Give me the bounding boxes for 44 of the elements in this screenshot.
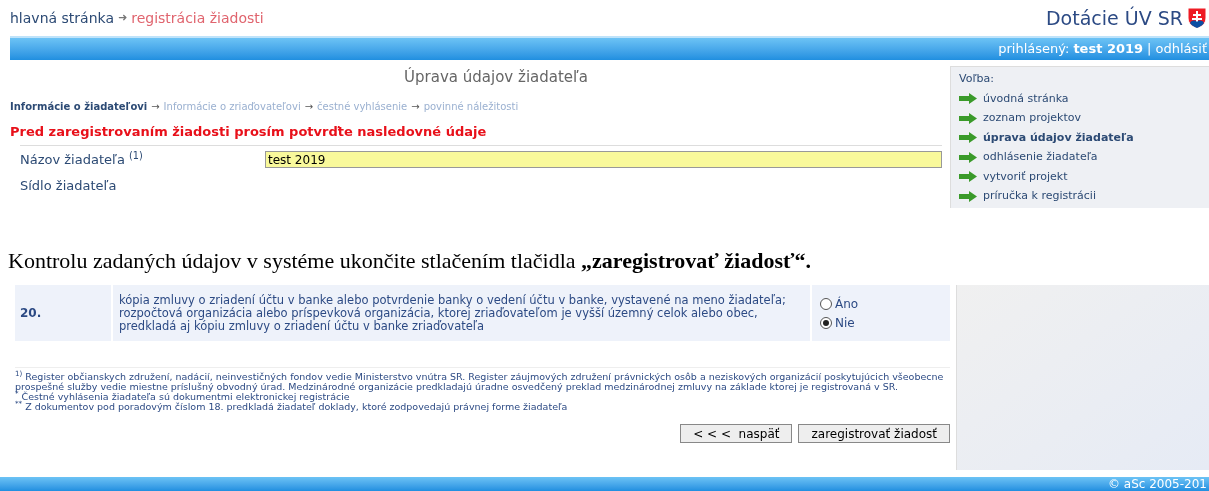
radio-button[interactable] bbox=[820, 316, 832, 329]
step-label: Informácie o zriaďovateľovi bbox=[163, 99, 301, 114]
sidebar-title: Voľba: bbox=[959, 71, 995, 87]
form-button[interactable]: zaregistrovať žiadosť bbox=[798, 424, 950, 443]
footnote-text: $^{1)}$ Register občianskych združení, nadácií, neinvestičných fondov vedie Ministerstvo vnútra SR. Register záujmových združení právnických osôb a neziskových organizácií poskytujúcich všeobecne prospešné služby vedie miestne príslušný obvodný úrad. Medzinárodné organizácie predkladajú úradne osvedčený preklad medzinárodnej zmluvy na základe ktorej je registrovaná v SR. bbox=[15, 372, 945, 392]
sidebar-link[interactable]: príručka k registrácii bbox=[983, 188, 1096, 205]
step-label: čestné vyhlásenie bbox=[317, 99, 408, 114]
step-arrow: → bbox=[304, 99, 314, 114]
input-field[interactable]: test 2019 bbox=[265, 151, 942, 169]
footnote-text: $^{*}$ Čestné vyhlásenia žiadateľa sú dokumentmi elektronickej registrácie bbox=[15, 392, 350, 402]
arrow-icon bbox=[959, 151, 977, 163]
form-button[interactable]: < < < naspäť bbox=[680, 424, 793, 443]
sidebar-link[interactable]: zoznam projektov bbox=[983, 110, 1081, 127]
page-title: Úprava údajov žiadateľa bbox=[403, 66, 589, 88]
notice-heading: Pred zaregistrovaním žiadosti prosím potvrďte nasledovné údaje bbox=[10, 122, 488, 141]
instruction-text: Kontrolu zadaných údajov v systéme ukončite stlačením tlačidla „zaregistrovať žiadosť“. bbox=[8, 247, 811, 275]
login-label: prihlásený: bbox=[998, 40, 1070, 59]
breadcrumb-link[interactable]: hlavná stránka bbox=[10, 7, 114, 29]
requirement-text: kópia zmluvy o zriadení účtu v banke alebo potvrdenie banky o vedení účtu v banke, vystavené na meno žiadateľa; rozpočtová organizácia alebo príspevková organizácia, ktorej zriaďovateľom je vyšší územný celok alebo obec, predkladá aj kópiu zmluvy o zriadení účtu v banke zriaďovateľa bbox=[113, 285, 810, 341]
sidebar-link[interactable]: odhlásenie žiadateľa bbox=[983, 149, 1098, 166]
arrow-icon bbox=[959, 112, 977, 124]
sidebar-link[interactable]: vytvoriť projekt bbox=[983, 168, 1068, 185]
radio-option[interactable]: Áno bbox=[820, 294, 950, 313]
separator-text: | bbox=[1147, 40, 1152, 59]
site-title: Dotácie ÚV SR bbox=[1046, 5, 1183, 31]
row-number: 20. bbox=[15, 285, 111, 341]
step-label: Informácie o žiadateľovi bbox=[10, 99, 148, 114]
arrow-icon bbox=[959, 190, 977, 202]
step-arrow: → bbox=[151, 99, 160, 114]
field-label: Sídlo žiadateľa bbox=[20, 176, 118, 195]
sidebar-link[interactable]: úvodná stránka bbox=[983, 90, 1069, 107]
arrow-icon bbox=[959, 132, 977, 144]
arrow-icon bbox=[959, 171, 977, 183]
sidebar-link[interactable]: úprava údajov žiadateľa bbox=[983, 129, 1134, 146]
field-label: Názov žiadateľa $^{(1)}$ bbox=[20, 150, 144, 169]
breadcrumb-separator: ➜ bbox=[117, 9, 128, 26]
copyright-text: © aSc 2005-201 bbox=[1108, 478, 1207, 491]
arrow-icon bbox=[959, 93, 977, 105]
step-label: povinné náležitosti bbox=[423, 99, 519, 114]
footnote-text: $^{**}$ Z dokumentov pod poradovým číslom 18. predkladá žiadateľ doklady, ktoré zodpovedajú právnej forme žiadateľa bbox=[15, 402, 569, 412]
radio-option[interactable]: Nie bbox=[820, 313, 950, 332]
step-arrow: → bbox=[411, 99, 420, 114]
user-name: test 2019 bbox=[1073, 40, 1144, 59]
radio-button[interactable] bbox=[820, 297, 832, 310]
